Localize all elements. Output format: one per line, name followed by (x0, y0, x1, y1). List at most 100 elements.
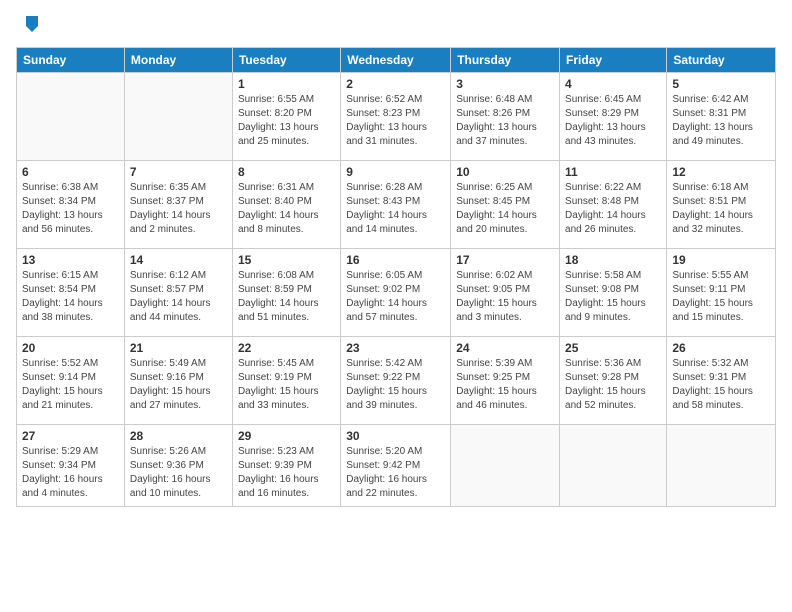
calendar-cell (124, 72, 232, 160)
day-number: 14 (130, 253, 227, 267)
day-number: 4 (565, 77, 661, 91)
day-info: Sunrise: 5:20 AM Sunset: 9:42 PM Dayligh… (346, 445, 445, 501)
day-info: Sunrise: 5:55 AM Sunset: 9:11 PM Dayligh… (672, 269, 770, 325)
day-number: 7 (130, 165, 227, 179)
day-number: 24 (456, 341, 554, 355)
calendar-cell: 22 Sunrise: 5:45 AM Sunset: 9:19 PM Dayli… (232, 336, 340, 424)
calendar-cell: 16 Sunrise: 6:05 AM Sunset: 9:02 PM Dayli… (341, 248, 451, 336)
day-info: Sunrise: 6:31 AM Sunset: 8:40 PM Dayligh… (238, 181, 335, 237)
calendar-cell: 7 Sunrise: 6:35 AM Sunset: 8:37 PM Daylig… (124, 160, 232, 248)
day-info: Sunrise: 6:35 AM Sunset: 8:37 PM Dayligh… (130, 181, 227, 237)
weekday-header-thursday: Thursday (451, 47, 560, 72)
day-number: 13 (22, 253, 119, 267)
day-number: 30 (346, 429, 445, 443)
day-number: 26 (672, 341, 770, 355)
day-number: 17 (456, 253, 554, 267)
day-info: Sunrise: 5:29 AM Sunset: 9:34 PM Dayligh… (22, 445, 119, 501)
calendar-cell: 23Sunrise: 5:42 AM Sunset: 9:22 PM Dayli… (341, 336, 451, 424)
day-number: 10 (456, 165, 554, 179)
day-number: 29 (238, 429, 335, 443)
day-info: Sunrise: 5:49 AM Sunset: 9:16 PM Dayligh… (130, 357, 227, 413)
calendar-cell: 5 Sunrise: 6:42 AM Sunset: 8:31 PM Daylig… (667, 72, 776, 160)
day-info: Sunrise: 6:55 AM Sunset: 8:20 PM Dayligh… (238, 93, 335, 149)
calendar-cell: 20Sunrise: 5:52 AM Sunset: 9:14 PM Dayli… (17, 336, 125, 424)
day-info: Sunrise: 5:36 AM Sunset: 9:28 PM Dayligh… (565, 357, 661, 413)
day-info: Sunrise: 5:45 AM Sunset: 9:19 PM Dayligh… (238, 357, 335, 413)
day-number: 12 (672, 165, 770, 179)
calendar-cell: 24 Sunrise: 5:39 AM Sunset: 9:25 PM Dayli… (451, 336, 560, 424)
week-row-1: 1 Sunrise: 6:55 AM Sunset: 8:20 PM Daylig… (17, 72, 776, 160)
calendar-cell: 30 Sunrise: 5:20 AM Sunset: 9:42 PM Dayli… (341, 424, 451, 506)
calendar-cell: 11 Sunrise: 6:22 AM Sunset: 8:48 PM Dayli… (560, 160, 667, 248)
day-info: Sunrise: 6:18 AM Sunset: 8:51 PM Dayligh… (672, 181, 770, 237)
calendar-cell: 14 Sunrise: 6:12 AM Sunset: 8:57 PM Dayli… (124, 248, 232, 336)
calendar-cell: 2Sunrise: 6:52 AM Sunset: 8:23 PM Daylig… (341, 72, 451, 160)
day-number: 5 (672, 77, 770, 91)
calendar: SundayMondayTuesdayWednesdayThursdayFrid… (16, 47, 776, 507)
calendar-cell: 9 Sunrise: 6:28 AM Sunset: 8:43 PM Daylig… (341, 160, 451, 248)
day-info: Sunrise: 6:12 AM Sunset: 8:57 PM Dayligh… (130, 269, 227, 325)
day-info: Sunrise: 5:52 AM Sunset: 9:14 PM Dayligh… (22, 357, 119, 413)
weekday-header-friday: Friday (560, 47, 667, 72)
calendar-cell (17, 72, 125, 160)
day-info: Sunrise: 6:38 AM Sunset: 8:34 PM Dayligh… (22, 181, 119, 237)
day-info: Sunrise: 6:05 AM Sunset: 9:02 PM Dayligh… (346, 269, 445, 325)
day-number: 28 (130, 429, 227, 443)
weekday-header-tuesday: Tuesday (232, 47, 340, 72)
day-number: 22 (238, 341, 335, 355)
logo (16, 12, 40, 39)
calendar-cell: 6 Sunrise: 6:38 AM Sunset: 8:34 PM Daylig… (17, 160, 125, 248)
day-info: Sunrise: 6:45 AM Sunset: 8:29 PM Dayligh… (565, 93, 661, 149)
calendar-cell (667, 424, 776, 506)
day-number: 18 (565, 253, 661, 267)
weekday-header-sunday: Sunday (17, 47, 125, 72)
calendar-cell: 18 Sunrise: 5:58 AM Sunset: 9:08 PM Dayli… (560, 248, 667, 336)
calendar-cell: 25 Sunrise: 5:36 AM Sunset: 9:28 PM Dayli… (560, 336, 667, 424)
day-info: Sunrise: 5:23 AM Sunset: 9:39 PM Dayligh… (238, 445, 335, 501)
day-info: Sunrise: 5:26 AM Sunset: 9:36 PM Dayligh… (130, 445, 227, 501)
day-info: Sunrise: 6:28 AM Sunset: 8:43 PM Dayligh… (346, 181, 445, 237)
logo-icon (18, 12, 40, 34)
day-info: Sunrise: 6:15 AM Sunset: 8:54 PM Dayligh… (22, 269, 119, 325)
logo-text (16, 12, 40, 39)
day-number: 16 (346, 253, 445, 267)
day-info: Sunrise: 5:32 AM Sunset: 9:31 PM Dayligh… (672, 357, 770, 413)
day-number: 11 (565, 165, 661, 179)
weekday-header-monday: Monday (124, 47, 232, 72)
week-row-4: 20Sunrise: 5:52 AM Sunset: 9:14 PM Dayli… (17, 336, 776, 424)
day-info: Sunrise: 6:08 AM Sunset: 8:59 PM Dayligh… (238, 269, 335, 325)
calendar-cell (451, 424, 560, 506)
calendar-cell: 26 Sunrise: 5:32 AM Sunset: 9:31 PM Dayli… (667, 336, 776, 424)
page: SundayMondayTuesdayWednesdayThursdayFrid… (0, 0, 792, 515)
week-row-2: 6 Sunrise: 6:38 AM Sunset: 8:34 PM Daylig… (17, 160, 776, 248)
day-info: Sunrise: 6:48 AM Sunset: 8:26 PM Dayligh… (456, 93, 554, 149)
calendar-cell: 15 Sunrise: 6:08 AM Sunset: 8:59 PM Dayli… (232, 248, 340, 336)
calendar-cell (560, 424, 667, 506)
day-number: 6 (22, 165, 119, 179)
calendar-cell: 19 Sunrise: 5:55 AM Sunset: 9:11 PM Dayli… (667, 248, 776, 336)
calendar-cell: 17Sunrise: 6:02 AM Sunset: 9:05 PM Dayli… (451, 248, 560, 336)
calendar-cell: 12 Sunrise: 6:18 AM Sunset: 8:51 PM Dayli… (667, 160, 776, 248)
header (16, 12, 776, 39)
week-row-5: 27 Sunrise: 5:29 AM Sunset: 9:34 PM Dayli… (17, 424, 776, 506)
week-row-3: 13 Sunrise: 6:15 AM Sunset: 8:54 PM Dayli… (17, 248, 776, 336)
day-info: Sunrise: 5:58 AM Sunset: 9:08 PM Dayligh… (565, 269, 661, 325)
weekday-header-row: SundayMondayTuesdayWednesdayThursdayFrid… (17, 47, 776, 72)
day-number: 9 (346, 165, 445, 179)
day-number: 1 (238, 77, 335, 91)
day-number: 19 (672, 253, 770, 267)
day-info: Sunrise: 6:22 AM Sunset: 8:48 PM Dayligh… (565, 181, 661, 237)
day-info: Sunrise: 5:39 AM Sunset: 9:25 PM Dayligh… (456, 357, 554, 413)
day-number: 15 (238, 253, 335, 267)
day-info: Sunrise: 6:42 AM Sunset: 8:31 PM Dayligh… (672, 93, 770, 149)
calendar-cell: 13 Sunrise: 6:15 AM Sunset: 8:54 PM Dayli… (17, 248, 125, 336)
calendar-cell: 10 Sunrise: 6:25 AM Sunset: 8:45 PM Dayli… (451, 160, 560, 248)
day-number: 8 (238, 165, 335, 179)
calendar-cell: 28 Sunrise: 5:26 AM Sunset: 9:36 PM Dayli… (124, 424, 232, 506)
calendar-cell: 1 Sunrise: 6:55 AM Sunset: 8:20 PM Daylig… (232, 72, 340, 160)
calendar-cell: 21Sunrise: 5:49 AM Sunset: 9:16 PM Dayli… (124, 336, 232, 424)
day-number: 25 (565, 341, 661, 355)
day-number: 27 (22, 429, 119, 443)
day-number: 3 (456, 77, 554, 91)
day-info: Sunrise: 6:25 AM Sunset: 8:45 PM Dayligh… (456, 181, 554, 237)
